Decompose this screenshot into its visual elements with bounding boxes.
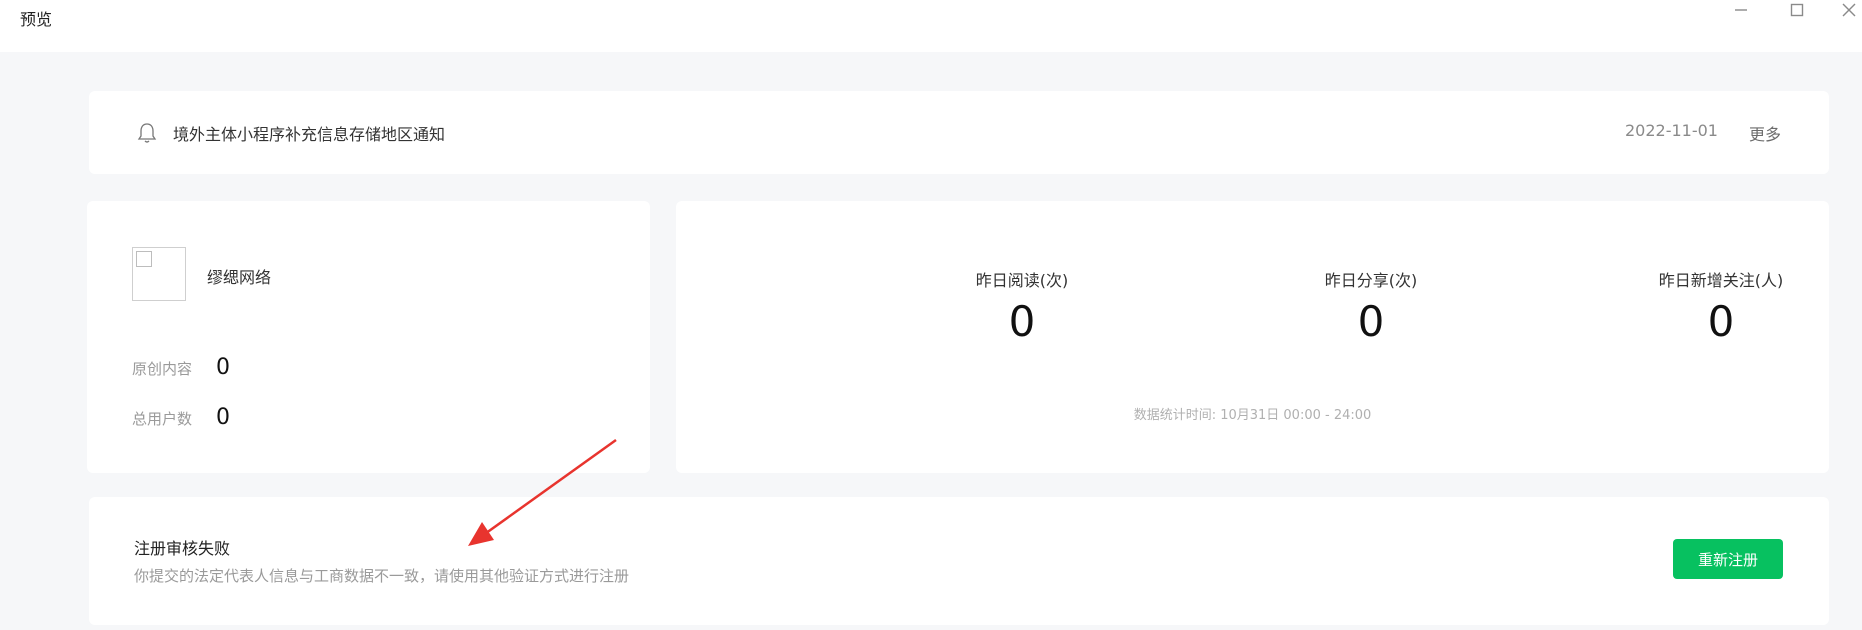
stat-value: 0 [216, 405, 230, 430]
avatar-placeholder-icon [136, 251, 152, 267]
metric-new-followers: 昨日新增关注(人) 0 [1601, 267, 1841, 346]
metrics-card: 昨日阅读(次) 0 昨日分享(次) 0 昨日新增关注(人) 0 数据统计时间: … [676, 201, 1829, 473]
close-icon[interactable] [1834, 0, 1862, 22]
metric-reads: 昨日阅读(次) 0 [902, 267, 1142, 346]
original-content-stat: 原创内容 0 [132, 355, 230, 380]
notice-bar[interactable]: 境外主体小程序补充信息存储地区通知 2022-11-01 更多 [89, 91, 1829, 174]
minimize-icon[interactable] [1726, 0, 1756, 22]
account-card: 缪缌网络 原创内容 0 总用户数 0 [87, 201, 650, 473]
metric-value: 0 [1008, 297, 1036, 346]
metric-value: 0 [1707, 297, 1735, 346]
window-titlebar: 预览 [0, 0, 1862, 52]
metric-label: 昨日分享(次) [1324, 271, 1418, 290]
registration-status-card: 注册审核失败 你提交的法定代表人信息与工商数据不一致，请使用其他验证方式进行注册… [89, 497, 1829, 625]
metric-value: 0 [1357, 297, 1385, 346]
stats-time-note: 数据统计时间: 10月31日 00:00 - 24:00 [1133, 408, 1372, 423]
stat-label: 总用户数 [132, 410, 193, 428]
reregister-button[interactable]: 重新注册 [1673, 539, 1783, 579]
metric-label: 昨日阅读(次) [975, 271, 1069, 290]
total-users-stat: 总用户数 0 [132, 405, 230, 430]
more-link[interactable]: 更多 [1749, 121, 1781, 145]
metric-label: 昨日新增关注(人) [1658, 271, 1784, 290]
account-name: 缪缌网络 [207, 268, 272, 287]
notice-text[interactable]: 境外主体小程序补充信息存储地区通知 [173, 121, 445, 145]
registration-status-title: 注册审核失败 [134, 539, 231, 558]
registration-status-description: 你提交的法定代表人信息与工商数据不一致，请使用其他验证方式进行注册 [134, 567, 630, 585]
metric-shares: 昨日分享(次) 0 [1251, 267, 1491, 346]
notice-date: 2022-11-01 [1625, 121, 1718, 140]
avatar [132, 247, 186, 301]
stat-value: 0 [216, 355, 230, 380]
bell-icon [135, 121, 159, 145]
maximize-icon[interactable] [1782, 0, 1812, 22]
window-title: 预览 [20, 10, 53, 29]
stat-label: 原创内容 [132, 360, 193, 378]
